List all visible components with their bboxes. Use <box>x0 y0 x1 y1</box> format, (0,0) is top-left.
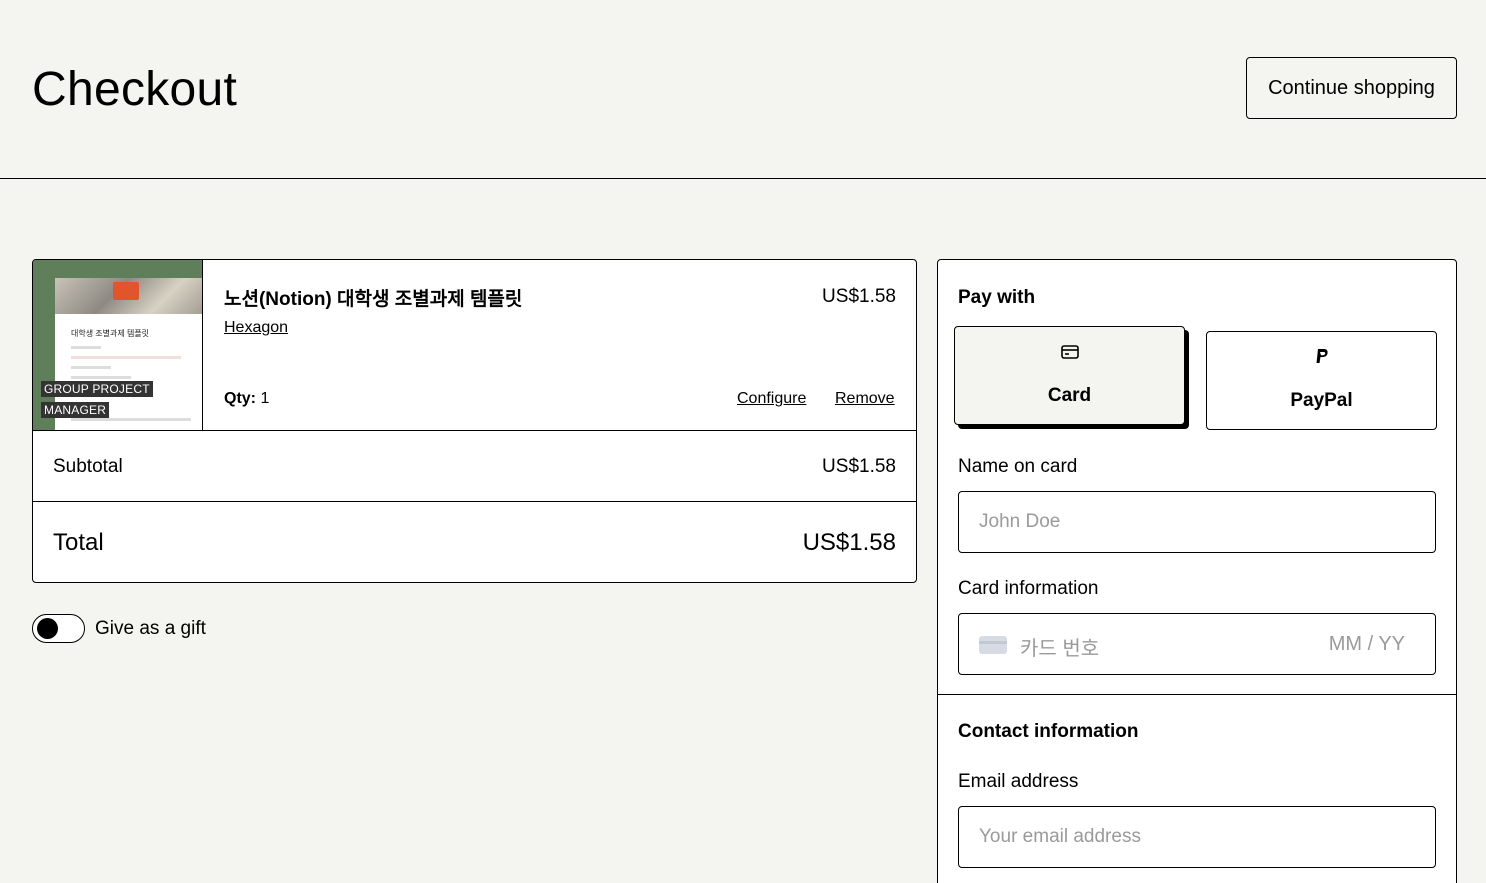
product-name: 노션(Notion) 대학생 조별과제 템플릿 <box>224 289 523 310</box>
cart-summary: 대학생 조별과제 템플릿 GROUP PROJECT MANAGER 노션(No… <box>32 259 917 583</box>
thumbnail-photo <box>55 278 202 314</box>
card-brand-icon <box>979 636 1007 654</box>
configure-link[interactable]: Configure <box>737 390 806 408</box>
continue-shopping-button[interactable]: Continue shopping <box>1246 57 1457 119</box>
cart-item: 대학생 조별과제 템플릿 GROUP PROJECT MANAGER 노션(No… <box>33 260 916 431</box>
card-method-label: Card <box>1047 385 1092 406</box>
credit-card-icon <box>955 345 1184 364</box>
pay-with-title: Pay with <box>958 287 1036 308</box>
subtotal-value: US$1.58 <box>822 456 896 477</box>
card-number-placeholder: 카드 번호 <box>1020 638 1100 660</box>
name-on-card-input[interactable] <box>958 491 1436 553</box>
page-header: Checkout Continue shopping <box>0 0 1486 179</box>
section-divider <box>938 694 1456 695</box>
card-information-field[interactable]: 카드 번호 MM / YY <box>958 613 1436 675</box>
paypal-method-label: PayPal <box>1290 390 1353 411</box>
product-price: US$1.58 <box>822 286 896 307</box>
quantity-value: 1 <box>260 390 270 407</box>
total-value: US$1.58 <box>802 529 896 556</box>
subtotal-label: Subtotal <box>53 456 123 477</box>
name-on-card-label: Name on card <box>958 456 1078 477</box>
paypal-icon <box>1207 348 1436 369</box>
subtotal-row: Subtotal US$1.58 <box>33 431 916 502</box>
card-expiry-placeholder: MM / YY <box>1328 633 1405 655</box>
total-label: Total <box>53 529 104 556</box>
payment-panel: Pay with Card PayPal Name on card Card i… <box>937 259 1457 883</box>
email-input[interactable] <box>958 806 1436 868</box>
quantity-label: Qty: <box>224 390 256 407</box>
contact-information-title: Contact information <box>958 721 1139 742</box>
gift-toggle[interactable] <box>32 614 85 643</box>
toggle-knob <box>37 618 58 639</box>
email-address-label: Email address <box>958 771 1079 792</box>
card-method-button[interactable]: Card <box>954 326 1185 425</box>
thumbnail-doc-title: 대학생 조별과제 템플릿 <box>71 329 150 338</box>
thumbnail-label-line1: GROUP PROJECT <box>41 381 153 397</box>
paypal-method-button[interactable]: PayPal <box>1206 331 1437 430</box>
thumbnail-label-line2: MANAGER <box>41 402 110 418</box>
seller-link[interactable]: Hexagon <box>224 319 288 337</box>
page-title: Checkout <box>32 63 238 116</box>
remove-link[interactable]: Remove <box>835 390 895 408</box>
gift-label: Give as a gift <box>95 618 206 639</box>
total-row: Total US$1.58 <box>33 502 916 582</box>
product-thumbnail[interactable]: 대학생 조별과제 템플릿 GROUP PROJECT MANAGER <box>33 260 203 430</box>
card-information-label: Card information <box>958 578 1099 599</box>
quantity: Qty: 1 <box>224 390 269 408</box>
